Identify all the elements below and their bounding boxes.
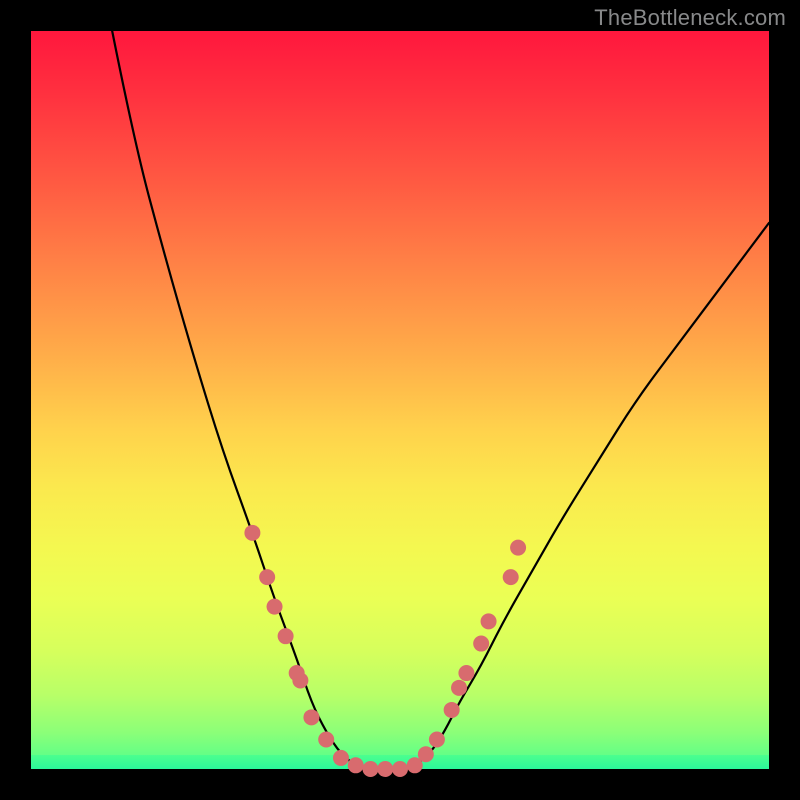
watermark-text: TheBottleneck.com bbox=[594, 5, 786, 31]
data-marker bbox=[259, 569, 275, 585]
data-marker bbox=[429, 731, 445, 747]
data-marker bbox=[392, 761, 408, 777]
chart-plot-area bbox=[31, 31, 769, 769]
data-marker bbox=[377, 761, 393, 777]
data-marker bbox=[303, 709, 319, 725]
chart-svg bbox=[31, 31, 769, 769]
markers-group bbox=[244, 525, 526, 777]
data-marker bbox=[503, 569, 519, 585]
data-marker bbox=[333, 750, 349, 766]
data-marker bbox=[362, 761, 378, 777]
data-marker bbox=[348, 757, 364, 773]
data-marker bbox=[318, 731, 334, 747]
data-marker bbox=[292, 672, 308, 688]
data-marker bbox=[418, 746, 434, 762]
data-marker bbox=[481, 613, 497, 629]
data-marker bbox=[458, 665, 474, 681]
data-marker bbox=[444, 702, 460, 718]
data-marker bbox=[473, 636, 489, 652]
data-marker bbox=[244, 525, 260, 541]
data-marker bbox=[267, 599, 283, 615]
data-marker bbox=[451, 680, 467, 696]
data-marker bbox=[278, 628, 294, 644]
left-curve bbox=[112, 31, 400, 769]
data-marker bbox=[510, 540, 526, 556]
